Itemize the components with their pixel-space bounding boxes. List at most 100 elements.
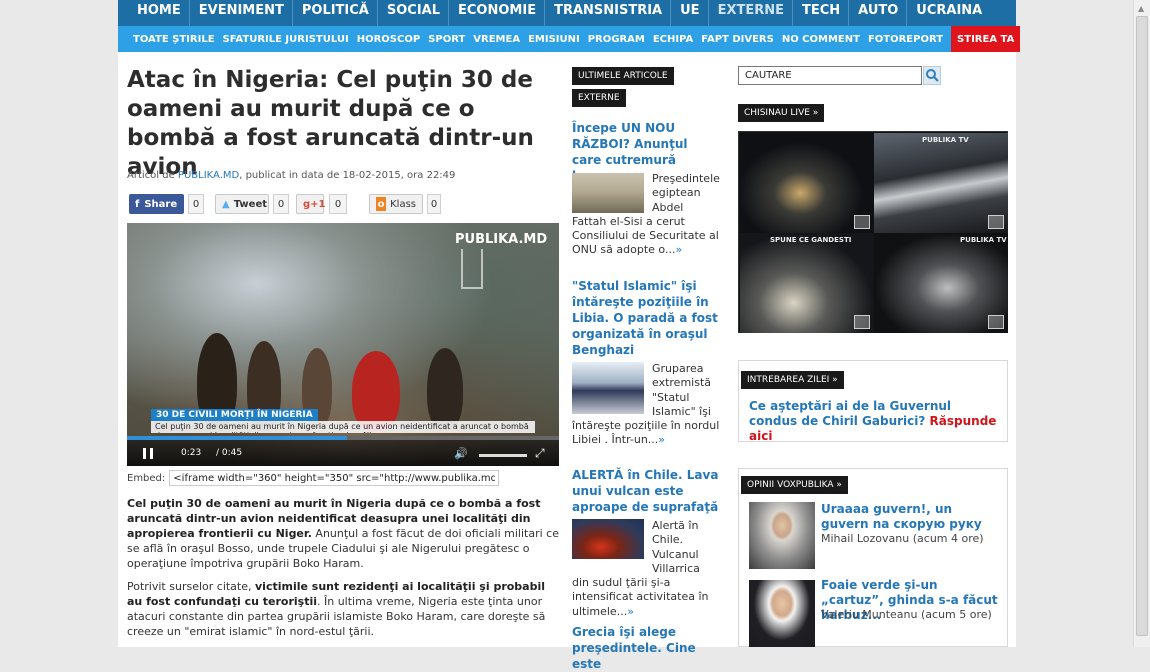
vertical-scrollbar[interactable]: ▲ <box>1133 0 1150 647</box>
live-cameras[interactable]: PUBLIKA TV SPUNE CE GANDESTI PUBLIKA TV <box>738 131 1008 333</box>
camera-4-label: PUBLIKA TV <box>960 236 1007 244</box>
camera-1-badge <box>854 215 870 229</box>
camera-4-badge <box>988 315 1004 329</box>
chisinau-live-tag[interactable]: CHISINAU LIVE » <box>738 104 825 122</box>
volume-slider[interactable] <box>479 454 527 457</box>
article-summary-2: Gruparea extremistă "Statul Islamic" îşi… <box>572 362 720 448</box>
nav-social[interactable]: SOCIAL <box>378 0 450 26</box>
time-separator: / <box>216 448 220 458</box>
externe-tag[interactable]: EXTERNE <box>572 89 626 107</box>
camera-feed-2[interactable]: PUBLIKA TV <box>874 133 1008 233</box>
search-input[interactable] <box>738 66 922 85</box>
main-nav: HOME EVENIMENT POLITICĂ SOCIAL ECONOMIE … <box>118 0 1016 26</box>
video-time-current: 0:23 <box>181 448 202 458</box>
camera-feed-3[interactable]: SPUNE CE GANDESTI <box>740 233 874 333</box>
odnoklassniki-button[interactable]: о Klass <box>369 194 423 214</box>
nav-transnistria[interactable]: TRANSNISTRIA <box>545 0 672 26</box>
scrollbar-thumb[interactable] <box>1136 16 1148 636</box>
avatar[interactable] <box>749 580 815 647</box>
opinions-tag[interactable]: OPINII VOXPUBLIKA » <box>741 476 848 494</box>
opinion-author-2-name: Valeriu Munteanu <box>821 608 918 621</box>
article-link-2[interactable]: "Statul Islamic" îşi întăreşte poziţiile… <box>572 278 720 358</box>
tweet-button[interactable]: ▲ Tweet <box>215 194 269 214</box>
latest-articles-tag[interactable]: ULTIMELE ARTICOLE <box>572 67 674 85</box>
sub-nav: TOATE ȘTIRILE SFATURILE JURISTULUI HOROS… <box>118 26 1021 52</box>
subnav-horoscop[interactable]: HOROSCOP <box>353 26 424 52</box>
odnoklassniki-count: 0 <box>427 194 441 214</box>
poll-question-text: Ce aşteptări ai de la Guvernul condus de… <box>749 399 952 428</box>
meta-prefix: Articol de <box>127 170 175 181</box>
subnav-vremea[interactable]: VREMEA <box>469 26 524 52</box>
video-lower-third-text: Cel puţin 30 de oameni au murit în Niger… <box>151 421 535 433</box>
read-more-link[interactable]: » <box>627 605 634 618</box>
google-plus-label: +1 <box>310 198 326 210</box>
facebook-icon: f <box>135 198 140 210</box>
subnav-sfaturile-juristului[interactable]: SFATURILE JURISTULUI <box>219 26 353 52</box>
subnav-stirea-ta[interactable]: STIREA TA <box>951 26 1021 52</box>
search-button[interactable] <box>923 66 941 85</box>
avatar[interactable] <box>749 502 815 569</box>
embed-row: Embed: <box>127 470 500 486</box>
video-player[interactable]: PUBLIKA.MD 30 DE CIVILI MORȚI ÎN NIGERIA… <box>127 223 559 466</box>
subnav-no-comment[interactable]: NO COMMENT <box>778 26 864 52</box>
article-summary-3: Alertă în Chile. Vulcanul Villarrica din… <box>572 519 720 619</box>
nav-home[interactable]: HOME <box>128 0 190 26</box>
search-icon <box>926 69 939 82</box>
google-plus-button[interactable]: g +1 <box>296 194 326 214</box>
article-paragraph-1: Cel puţin 30 de oameni au murit în Niger… <box>127 496 560 571</box>
nav-auto[interactable]: AUTO <box>849 0 908 26</box>
scroll-up-icon[interactable]: ▲ <box>1138 4 1144 13</box>
google-plus-icon: g <box>303 198 311 210</box>
tweet-label: Tweet <box>233 198 268 210</box>
nav-tech[interactable]: TECH <box>793 0 850 26</box>
subnav-emisiuni[interactable]: EMISIUNI <box>524 26 584 52</box>
opinion-link-1[interactable]: Uraaaa guvern!, un guvern na скорую руку <box>821 502 1001 532</box>
subnav-sport[interactable]: SPORT <box>424 26 469 52</box>
subnav-echipa[interactable]: ECHIPA <box>649 26 697 52</box>
opinion-author-2-time: (acum 5 ore) <box>920 608 992 621</box>
nav-ucraina[interactable]: UCRAINA <box>907 0 990 26</box>
article-meta: Articol de PUBLIKA.MD, publicat in data … <box>127 170 455 181</box>
pause-icon[interactable] <box>143 448 153 459</box>
subnav-fotoreport[interactable]: FOTOREPORT <box>864 26 947 52</box>
video-lower-third-title: 30 DE CIVILI MORȚI ÎN NIGERIA <box>151 409 318 421</box>
poll-question[interactable]: Ce aşteptări ai de la Guvernul condus de… <box>749 399 999 444</box>
poll-tag[interactable]: INTREBAREA ZILEI » <box>741 371 844 389</box>
subnav-fapt-divers[interactable]: FAPT DIVERS <box>697 26 778 52</box>
subnav-program[interactable]: PROGRAM <box>584 26 649 52</box>
facebook-share-label: Share <box>144 198 178 210</box>
camera-feed-1[interactable] <box>740 133 874 233</box>
embed-label: Embed: <box>127 472 166 484</box>
article-link-3[interactable]: ALERTĂ în Chile. Lava unui vulcan este a… <box>572 467 720 515</box>
embed-code-field[interactable] <box>169 470 500 486</box>
tweet-count: 0 <box>273 194 289 214</box>
meta-author-link[interactable]: PUBLIKA.MD <box>178 170 239 181</box>
video-watermark <box>461 249 483 289</box>
fullscreen-icon[interactable]: ⤢ <box>535 446 545 461</box>
article-summary-1: Preşedintele egiptean Abdel Fattah el-Si… <box>572 172 720 258</box>
video-progress-fill <box>127 436 348 440</box>
camera-feed-4[interactable]: PUBLIKA TV <box>874 233 1008 333</box>
odnoklassniki-icon: о <box>376 197 387 211</box>
camera-2-badge <box>988 215 1004 229</box>
nav-politica[interactable]: POLITICĂ <box>293 0 378 26</box>
nav-eveniment[interactable]: EVENIMENT <box>190 0 293 26</box>
video-figure <box>352 351 400 431</box>
video-time-total-value: 0:45 <box>221 448 243 458</box>
nav-economie[interactable]: ECONOMIE <box>449 0 546 26</box>
nav-ue[interactable]: UE <box>671 0 709 26</box>
volume-icon[interactable]: 🔊 <box>454 447 468 460</box>
p2-start: Potrivit surselor citate, <box>127 580 255 593</box>
opinion-author-1-time: (acum 4 ore) <box>912 532 984 545</box>
article-link-4[interactable]: Grecia îşi alege preşedintele. Cine este <box>572 624 720 672</box>
facebook-share-button[interactable]: f Share <box>129 194 184 214</box>
video-figure <box>427 348 463 430</box>
meta-date: , publicat in data de 18-02-2015, ora 22… <box>239 170 456 181</box>
nav-externe[interactable]: EXTERNE <box>709 0 793 26</box>
read-more-link[interactable]: » <box>675 243 682 256</box>
camera-2-label: PUBLIKA TV <box>922 136 969 144</box>
read-more-link[interactable]: » <box>658 433 665 446</box>
video-progress-bar[interactable] <box>127 436 559 440</box>
video-time-total: / 0:45 <box>216 448 242 458</box>
subnav-toate-stirile[interactable]: TOATE ȘTIRILE <box>129 26 219 52</box>
